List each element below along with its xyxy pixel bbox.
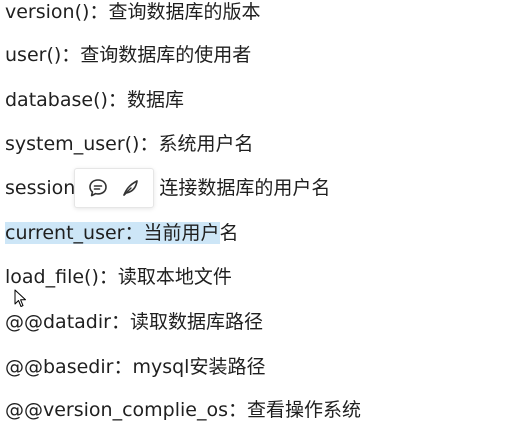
func-name: @@version_complie_os (5, 399, 228, 421)
func-desc: mysql安装路径 (132, 356, 266, 378)
doc-line-version-complie-os: @@version_complie_os：查看操作系统 (5, 398, 361, 422)
func-desc: 读取数据库路径 (129, 311, 263, 333)
separator: ： (228, 399, 248, 421)
doc-line-user: user()：查询数据库的使用者 (5, 43, 251, 67)
func-desc: 查询数据库的版本 (108, 1, 261, 23)
doc-line-system-user: system_user()：系统用户名 (5, 132, 254, 156)
selection-toolbar (74, 168, 154, 208)
func-name: system_user() (5, 133, 140, 155)
doc-line-session: session 连接数据库的用户名 (5, 176, 330, 200)
func-name: @@basedir (5, 356, 114, 378)
doc-line-basedir: @@basedir：mysql安装路径 (5, 355, 265, 379)
separator: ： (113, 356, 133, 378)
separator: ： (110, 311, 130, 333)
func-desc: 读取本地文件 (117, 266, 232, 288)
separator: ： (107, 89, 127, 111)
separator: ： (139, 133, 159, 155)
doc-line-version: version()：查询数据库的版本 (5, 0, 260, 24)
func-name: current_user (5, 222, 125, 244)
func-name: session (5, 177, 76, 199)
pen-button[interactable] (119, 176, 143, 200)
separator: ： (89, 1, 109, 23)
separator: ： (61, 44, 81, 66)
doc-line-datadir: @@datadir：读取数据库路径 (5, 310, 263, 334)
func-name: @@datadir (5, 311, 111, 333)
mouse-pointer-icon (14, 289, 26, 307)
func-name: database() (5, 89, 108, 111)
pen-icon (122, 180, 138, 196)
func-desc: 查询数据库的使用者 (80, 44, 252, 66)
func-name: user() (5, 44, 62, 66)
func-desc: 数据库 (126, 89, 184, 111)
func-desc: 连接数据库的用户名 (159, 177, 331, 199)
func-desc: 系统用户名 (158, 133, 254, 155)
func-desc: 查看操作系统 (247, 399, 362, 421)
doc-line-database: database()：数据库 (5, 88, 184, 112)
func-desc-rest: 名 (219, 222, 239, 244)
comment-icon (88, 179, 107, 197)
doc-line-current-user: current_user：当前用户名 (5, 221, 239, 245)
func-name: load_file() (5, 266, 99, 288)
doc-line-load-file: load_file()：读取本地文件 (5, 265, 232, 289)
func-desc: 当前用户 (143, 222, 220, 244)
comment-button[interactable] (86, 176, 110, 200)
func-name: version() (5, 1, 90, 23)
separator: ： (124, 222, 144, 244)
separator: ： (98, 266, 118, 288)
selected-text[interactable]: current_user：当前用户 (5, 222, 220, 244)
